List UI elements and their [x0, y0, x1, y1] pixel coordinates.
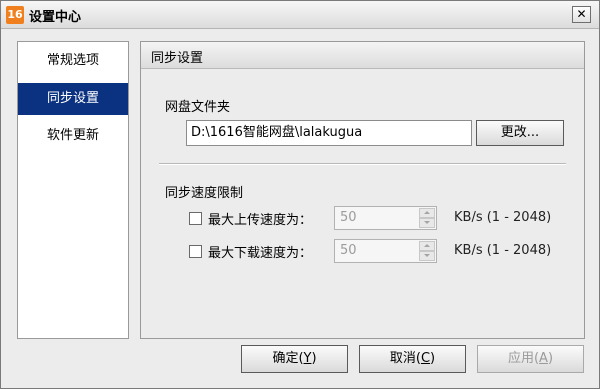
- upload-limit-checkbox[interactable]: [189, 212, 202, 225]
- panel-header: 同步设置: [141, 42, 584, 69]
- speed-section-label: 同步速度限制: [165, 186, 244, 201]
- apply-button-label: 应用(: [507, 351, 540, 366]
- apply-button-tail: ): [547, 351, 554, 366]
- folder-path-field[interactable]: D:\1616智能网盘\lalakugua: [186, 120, 472, 146]
- download-limit-checkbox[interactable]: [189, 245, 202, 258]
- download-units-label: KB/s (1 - 2048): [454, 243, 552, 258]
- ok-button-label: 确定(: [272, 351, 304, 366]
- cancel-button[interactable]: 取消(C): [359, 345, 466, 373]
- sidebar-item-update[interactable]: 软件更新: [18, 120, 128, 152]
- upload-speed-spinner[interactable]: 50: [334, 206, 437, 230]
- title-bar[interactable]: 16 设置中心 ✕: [1, 1, 599, 29]
- sidebar-item-general[interactable]: 常规选项: [18, 45, 128, 77]
- close-button[interactable]: ✕: [572, 6, 591, 23]
- cancel-hotkey: C: [420, 351, 431, 366]
- panel-title: 同步设置: [151, 51, 204, 66]
- ok-button[interactable]: 确定(Y): [241, 345, 348, 373]
- download-speed-value: 50: [340, 243, 357, 258]
- download-speed-spinner[interactable]: 50: [334, 239, 437, 263]
- download-spin-up-icon[interactable]: [419, 241, 435, 251]
- section-divider: [159, 163, 566, 165]
- apply-button[interactable]: 应用(A): [477, 345, 584, 373]
- change-folder-button[interactable]: 更改...: [476, 120, 564, 146]
- download-spin-down-icon[interactable]: [419, 251, 435, 261]
- sidebar-item-sync[interactable]: 同步设置: [18, 83, 128, 115]
- folder-section-label: 网盘文件夹: [165, 100, 231, 115]
- upload-spin-up-icon[interactable]: [419, 208, 435, 218]
- settings-window: 16 设置中心 ✕ 常规选项 同步设置 软件更新 同步设置 网盘文件夹 D:\1…: [0, 0, 600, 389]
- sync-settings-panel: 同步设置 网盘文件夹 D:\1616智能网盘\lalakugua 更改... 同…: [140, 41, 585, 339]
- app-logo-icon: 16: [6, 6, 24, 24]
- apply-hotkey: A: [539, 351, 548, 366]
- upload-speed-value: 50: [340, 210, 357, 225]
- cancel-button-label: 取消(: [389, 351, 421, 366]
- window-title: 设置中心: [29, 10, 82, 25]
- upload-spin-down-icon[interactable]: [419, 218, 435, 228]
- upload-limit-label: 最大上传速度为：: [208, 213, 313, 228]
- download-limit-label: 最大下载速度为：: [208, 246, 313, 261]
- cancel-button-tail: ): [430, 351, 436, 366]
- settings-sidebar: 常规选项 同步设置 软件更新: [17, 41, 129, 339]
- ok-button-tail: ): [311, 351, 317, 366]
- upload-units-label: KB/s (1 - 2048): [454, 210, 552, 225]
